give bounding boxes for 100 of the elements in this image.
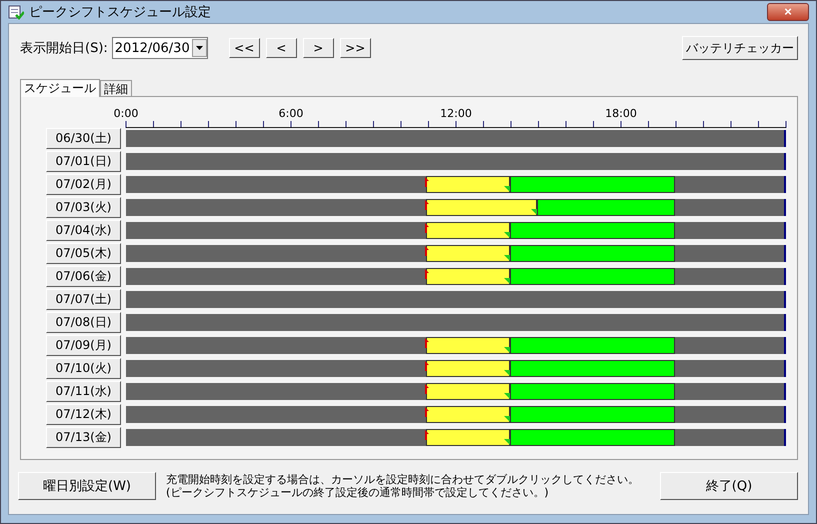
peak-shift-slot[interactable]: [481, 245, 510, 262]
idle-slot[interactable]: [126, 176, 154, 193]
peak-shift-slot[interactable]: [426, 199, 454, 216]
peak-shift-slot[interactable]: [481, 406, 510, 423]
peak-shift-slot[interactable]: [426, 222, 454, 239]
charge-slot[interactable]: [510, 222, 538, 239]
idle-slot[interactable]: [126, 337, 154, 354]
peak-shift-slot[interactable]: [481, 337, 510, 354]
nav-button[interactable]: <: [266, 38, 297, 58]
end-marker-icon: [504, 439, 510, 445]
charge-slot[interactable]: [646, 222, 675, 239]
idle-slot[interactable]: [756, 406, 784, 423]
idle-slot[interactable]: [126, 406, 154, 423]
date-button[interactable]: 07/02(月): [46, 174, 121, 195]
idle-slot[interactable]: [756, 383, 784, 400]
date-label: 表示開始日(S):: [20, 40, 108, 57]
peak-shift-slot[interactable]: [481, 176, 510, 193]
date-button[interactable]: 06/30(土): [46, 128, 121, 149]
idle-slot[interactable]: [756, 360, 784, 377]
peak-shift-slot[interactable]: [481, 360, 510, 377]
charge-slot[interactable]: [510, 360, 538, 377]
date-button[interactable]: 07/01(日): [46, 151, 121, 172]
peak-shift-slot[interactable]: [426, 383, 454, 400]
end-marker-icon: [504, 278, 510, 284]
charge-slot[interactable]: [646, 199, 675, 216]
peak-shift-slot[interactable]: [426, 406, 454, 423]
idle-slot[interactable]: [126, 268, 154, 285]
tab[interactable]: スケジュール: [20, 79, 100, 97]
end-marker-icon: [530, 209, 537, 215]
idle-slot[interactable]: [756, 176, 784, 193]
date-button[interactable]: 07/05(木): [46, 243, 121, 264]
hour-label: 12:00: [440, 107, 472, 120]
schedule-bar[interactable]: [126, 314, 786, 331]
schedule-bar[interactable]: [126, 130, 786, 147]
idle-slot[interactable]: [126, 360, 154, 377]
idle-slot[interactable]: [756, 337, 784, 354]
date-button[interactable]: 07/03(火): [46, 197, 121, 218]
date-button[interactable]: 07/12(木): [46, 404, 121, 425]
charge-slot[interactable]: [510, 429, 538, 446]
help-text: 充電開始時刻を設定する場合は、カーソルを設定時刻に合わせてダブルクリックしてください。 (ピークシフトスケジュールの終了設定後の通常時間帯で設定してください。): [166, 473, 640, 499]
date-button[interactable]: 07/13(金): [46, 427, 121, 448]
peak-shift-slot[interactable]: [481, 222, 510, 239]
exit-button[interactable]: 終了(Q): [660, 472, 798, 500]
charge-slot[interactable]: [646, 176, 675, 193]
end-marker-icon: [504, 186, 510, 192]
date-dropdown[interactable]: 2012/06/30: [112, 37, 208, 59]
peak-shift-slot[interactable]: [481, 383, 510, 400]
date-button[interactable]: 07/09(月): [46, 335, 121, 356]
charge-slot[interactable]: [646, 429, 675, 446]
battery-checker-button[interactable]: バッテリチェッカー: [682, 36, 798, 60]
date-button[interactable]: 07/08(日): [46, 312, 121, 333]
charge-slot[interactable]: [646, 268, 675, 285]
idle-slot[interactable]: [756, 245, 784, 262]
charge-slot[interactable]: [646, 337, 675, 354]
weekday-settings-button[interactable]: 曜日別設定(W): [18, 472, 156, 500]
date-button[interactable]: 07/11(水): [46, 381, 121, 402]
idle-slot[interactable]: [126, 429, 154, 446]
idle-slot[interactable]: [756, 429, 784, 446]
idle-slot[interactable]: [756, 199, 784, 216]
tab[interactable]: 詳細: [100, 80, 132, 96]
peak-shift-slot[interactable]: [426, 245, 454, 262]
charge-slot[interactable]: [510, 406, 538, 423]
charge-slot[interactable]: [646, 245, 675, 262]
date-button[interactable]: 07/04(水): [46, 220, 121, 241]
peak-shift-slot[interactable]: [426, 429, 454, 446]
charge-slot[interactable]: [646, 383, 675, 400]
nav-button[interactable]: <<: [228, 38, 260, 58]
peak-shift-slot[interactable]: [481, 429, 510, 446]
peak-shift-slot[interactable]: [426, 360, 454, 377]
charge-slot[interactable]: [646, 360, 675, 377]
peak-shift-slot[interactable]: [508, 199, 537, 216]
peak-shift-slot[interactable]: [426, 337, 454, 354]
charge-slot[interactable]: [510, 176, 538, 193]
date-button[interactable]: 07/06(金): [46, 266, 121, 287]
charge-slot[interactable]: [510, 245, 538, 262]
idle-slot[interactable]: [126, 245, 154, 262]
idle-slot[interactable]: [756, 268, 784, 285]
end-marker-icon: [504, 232, 510, 238]
charge-slot[interactable]: [646, 406, 675, 423]
peak-shift-slot[interactable]: [426, 268, 454, 285]
schedule-bar[interactable]: [126, 291, 786, 308]
end-marker-icon: [504, 393, 510, 399]
nav-button[interactable]: >: [302, 38, 334, 58]
date-button[interactable]: 07/10(火): [46, 358, 121, 379]
app-icon: [8, 4, 24, 20]
idle-slot[interactable]: [126, 383, 154, 400]
peak-shift-slot[interactable]: [426, 176, 454, 193]
end-marker-icon: [504, 255, 510, 261]
nav-button[interactable]: >>: [340, 38, 371, 58]
date-button[interactable]: 07/07(土): [46, 289, 121, 310]
idle-slot[interactable]: [126, 199, 154, 216]
peak-shift-slot[interactable]: [481, 268, 510, 285]
schedule-bar[interactable]: [126, 153, 786, 170]
charge-slot[interactable]: [510, 268, 538, 285]
idle-slot[interactable]: [756, 222, 784, 239]
charge-slot[interactable]: [510, 337, 538, 354]
hour-label: 6:00: [278, 107, 304, 120]
idle-slot[interactable]: [126, 222, 154, 239]
charge-slot[interactable]: [536, 199, 565, 216]
charge-slot[interactable]: [510, 383, 538, 400]
